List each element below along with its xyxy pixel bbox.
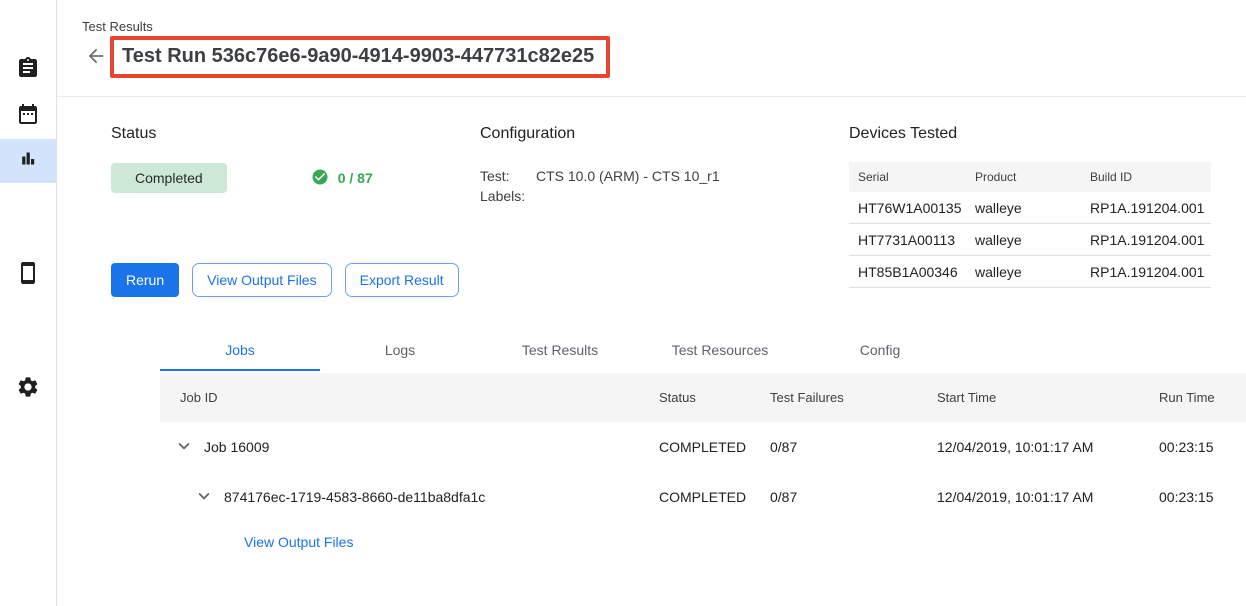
breadcrumb: Test Results: [82, 19, 153, 34]
back-arrow-icon: [85, 45, 107, 70]
device-build-id: RP1A.191204.001: [1090, 232, 1211, 248]
jobs-table-header: Job ID Status Test Failures Start Time R…: [160, 373, 1246, 422]
devices-col-serial: Serial: [858, 170, 975, 184]
devices-col-product: Product: [975, 170, 1090, 184]
device-product: walleye: [975, 264, 1090, 280]
config-test-label: Test:: [480, 166, 536, 186]
tab-config[interactable]: Config: [800, 330, 960, 371]
summary-row: Status Completed 0 / 87 Rerun View Outpu…: [111, 124, 1246, 297]
tab-logs[interactable]: Logs: [320, 330, 480, 371]
config-row-labels: Labels:: [480, 186, 849, 206]
sidebar-item-devices[interactable]: [0, 253, 56, 297]
device-serial: HT7731A00113: [858, 232, 975, 248]
content: Status Completed 0 / 87 Rerun View Outpu…: [57, 97, 1246, 552]
status-heading: Status: [111, 124, 480, 143]
table-row: Job 16009 COMPLETED 0/87 12/04/2019, 10:…: [160, 422, 1246, 472]
job-status: COMPLETED: [659, 439, 770, 455]
devices-section: Devices Tested Serial Product Build ID H…: [849, 124, 1211, 297]
job-run-time: 00:23:15: [1159, 489, 1246, 505]
device-build-id: RP1A.191204.001: [1090, 200, 1211, 216]
sidebar-item-schedule[interactable]: [0, 94, 56, 138]
job-start-time: 12/04/2019, 10:01:17 AM: [937, 439, 1159, 455]
calendar-icon: [16, 102, 40, 131]
jobs-table: Job ID Status Test Failures Start Time R…: [160, 373, 1246, 552]
device-build-id: RP1A.191204.001: [1090, 264, 1211, 280]
jobs-footer: View Output Files: [244, 534, 1246, 552]
job-failures: 0/87: [770, 489, 937, 505]
page-header: Test Results Test Run 536c76e6-9a90-4914…: [57, 0, 1246, 97]
gear-icon: [16, 375, 40, 404]
config-labels-label: Labels:: [480, 186, 536, 206]
jobs-col-start-time: Start Time: [937, 390, 1159, 405]
job-start-time: 12/04/2019, 10:01:17 AM: [937, 489, 1159, 505]
table-row: HT85B1A00346 walleye RP1A.191204.001: [849, 256, 1211, 288]
job-id-cell: Job 16009: [160, 435, 659, 459]
view-output-files-button[interactable]: View Output Files: [192, 263, 331, 297]
job-run-time: 00:23:15: [1159, 439, 1246, 455]
export-result-button[interactable]: Export Result: [345, 263, 459, 297]
rerun-button[interactable]: Rerun: [111, 263, 179, 297]
job-id-cell: 874176ec-1719-4583-8660-de11ba8dfa1c: [160, 485, 659, 509]
back-button[interactable]: [83, 44, 109, 70]
check-circle-icon: [311, 168, 329, 189]
device-serial: HT85B1A00346: [858, 264, 975, 280]
view-output-files-link[interactable]: View Output Files: [244, 534, 353, 550]
sidebar-item-test-plans[interactable]: [0, 48, 56, 92]
devices-heading: Devices Tested: [849, 124, 1211, 143]
configuration-section: Configuration Test: CTS 10.0 (ARM) - CTS…: [480, 124, 849, 297]
device-serial: HT76W1A00135: [858, 200, 975, 216]
sidebar-item-test-results[interactable]: [0, 139, 56, 183]
pass-count-text: 0 / 87: [338, 170, 373, 186]
bar-chart-icon: [16, 147, 40, 176]
jobs-col-run-time: Run Time: [1159, 390, 1246, 405]
job-attempt-id: 874176ec-1719-4583-8660-de11ba8dfa1c: [224, 489, 485, 505]
status-section: Status Completed 0 / 87 Rerun View Outpu…: [111, 124, 480, 297]
page-title: Test Run 536c76e6-9a90-4914-9903-447731c…: [110, 36, 610, 78]
device-product: walleye: [975, 232, 1090, 248]
jobs-col-job-id: Job ID: [160, 390, 659, 405]
smartphone-icon: [16, 261, 40, 290]
jobs-col-status: Status: [659, 390, 770, 405]
expand-row-button[interactable]: [192, 485, 216, 509]
job-status: COMPLETED: [659, 489, 770, 505]
action-buttons: Rerun View Output Files Export Result: [111, 263, 480, 297]
tab-test-resources[interactable]: Test Resources: [640, 330, 800, 371]
tab-test-results[interactable]: Test Results: [480, 330, 640, 371]
jobs-col-test-failures: Test Failures: [770, 390, 937, 405]
configuration-rows: Test: CTS 10.0 (ARM) - CTS 10_r1 Labels:: [480, 166, 849, 206]
sidebar-item-settings[interactable]: [0, 367, 56, 411]
expand-row-button[interactable]: [172, 435, 196, 459]
job-failures: 0/87: [770, 439, 937, 455]
pass-count: 0 / 87: [311, 168, 373, 189]
devices-col-build-id: Build ID: [1090, 170, 1211, 184]
config-row-test: Test: CTS 10.0 (ARM) - CTS 10_r1: [480, 166, 849, 186]
tab-jobs[interactable]: Jobs: [160, 330, 320, 371]
devices-table: Serial Product Build ID HT76W1A00135 wal…: [849, 162, 1211, 288]
config-test-value: CTS 10.0 (ARM) - CTS 10_r1: [536, 166, 720, 186]
status-line: Completed 0 / 87: [111, 163, 480, 193]
clipboard-icon: [16, 56, 40, 85]
table-row: HT7731A00113 walleye RP1A.191204.001: [849, 224, 1211, 256]
main-area: Test Results Test Run 536c76e6-9a90-4914…: [57, 0, 1246, 606]
sidebar: [0, 0, 57, 606]
device-product: walleye: [975, 200, 1090, 216]
title-row: Test Run 536c76e6-9a90-4914-9903-447731c…: [83, 36, 610, 78]
chevron-down-icon: [193, 485, 215, 510]
table-row: 874176ec-1719-4583-8660-de11ba8dfa1c COM…: [160, 472, 1246, 522]
status-badge: Completed: [111, 163, 227, 193]
tab-bar: Jobs Logs Test Results Test Resources Co…: [160, 330, 1246, 371]
job-id: Job 16009: [204, 439, 269, 455]
devices-table-header: Serial Product Build ID: [849, 162, 1211, 192]
configuration-heading: Configuration: [480, 124, 849, 143]
table-row: HT76W1A00135 walleye RP1A.191204.001: [849, 192, 1211, 224]
chevron-down-icon: [173, 435, 195, 460]
